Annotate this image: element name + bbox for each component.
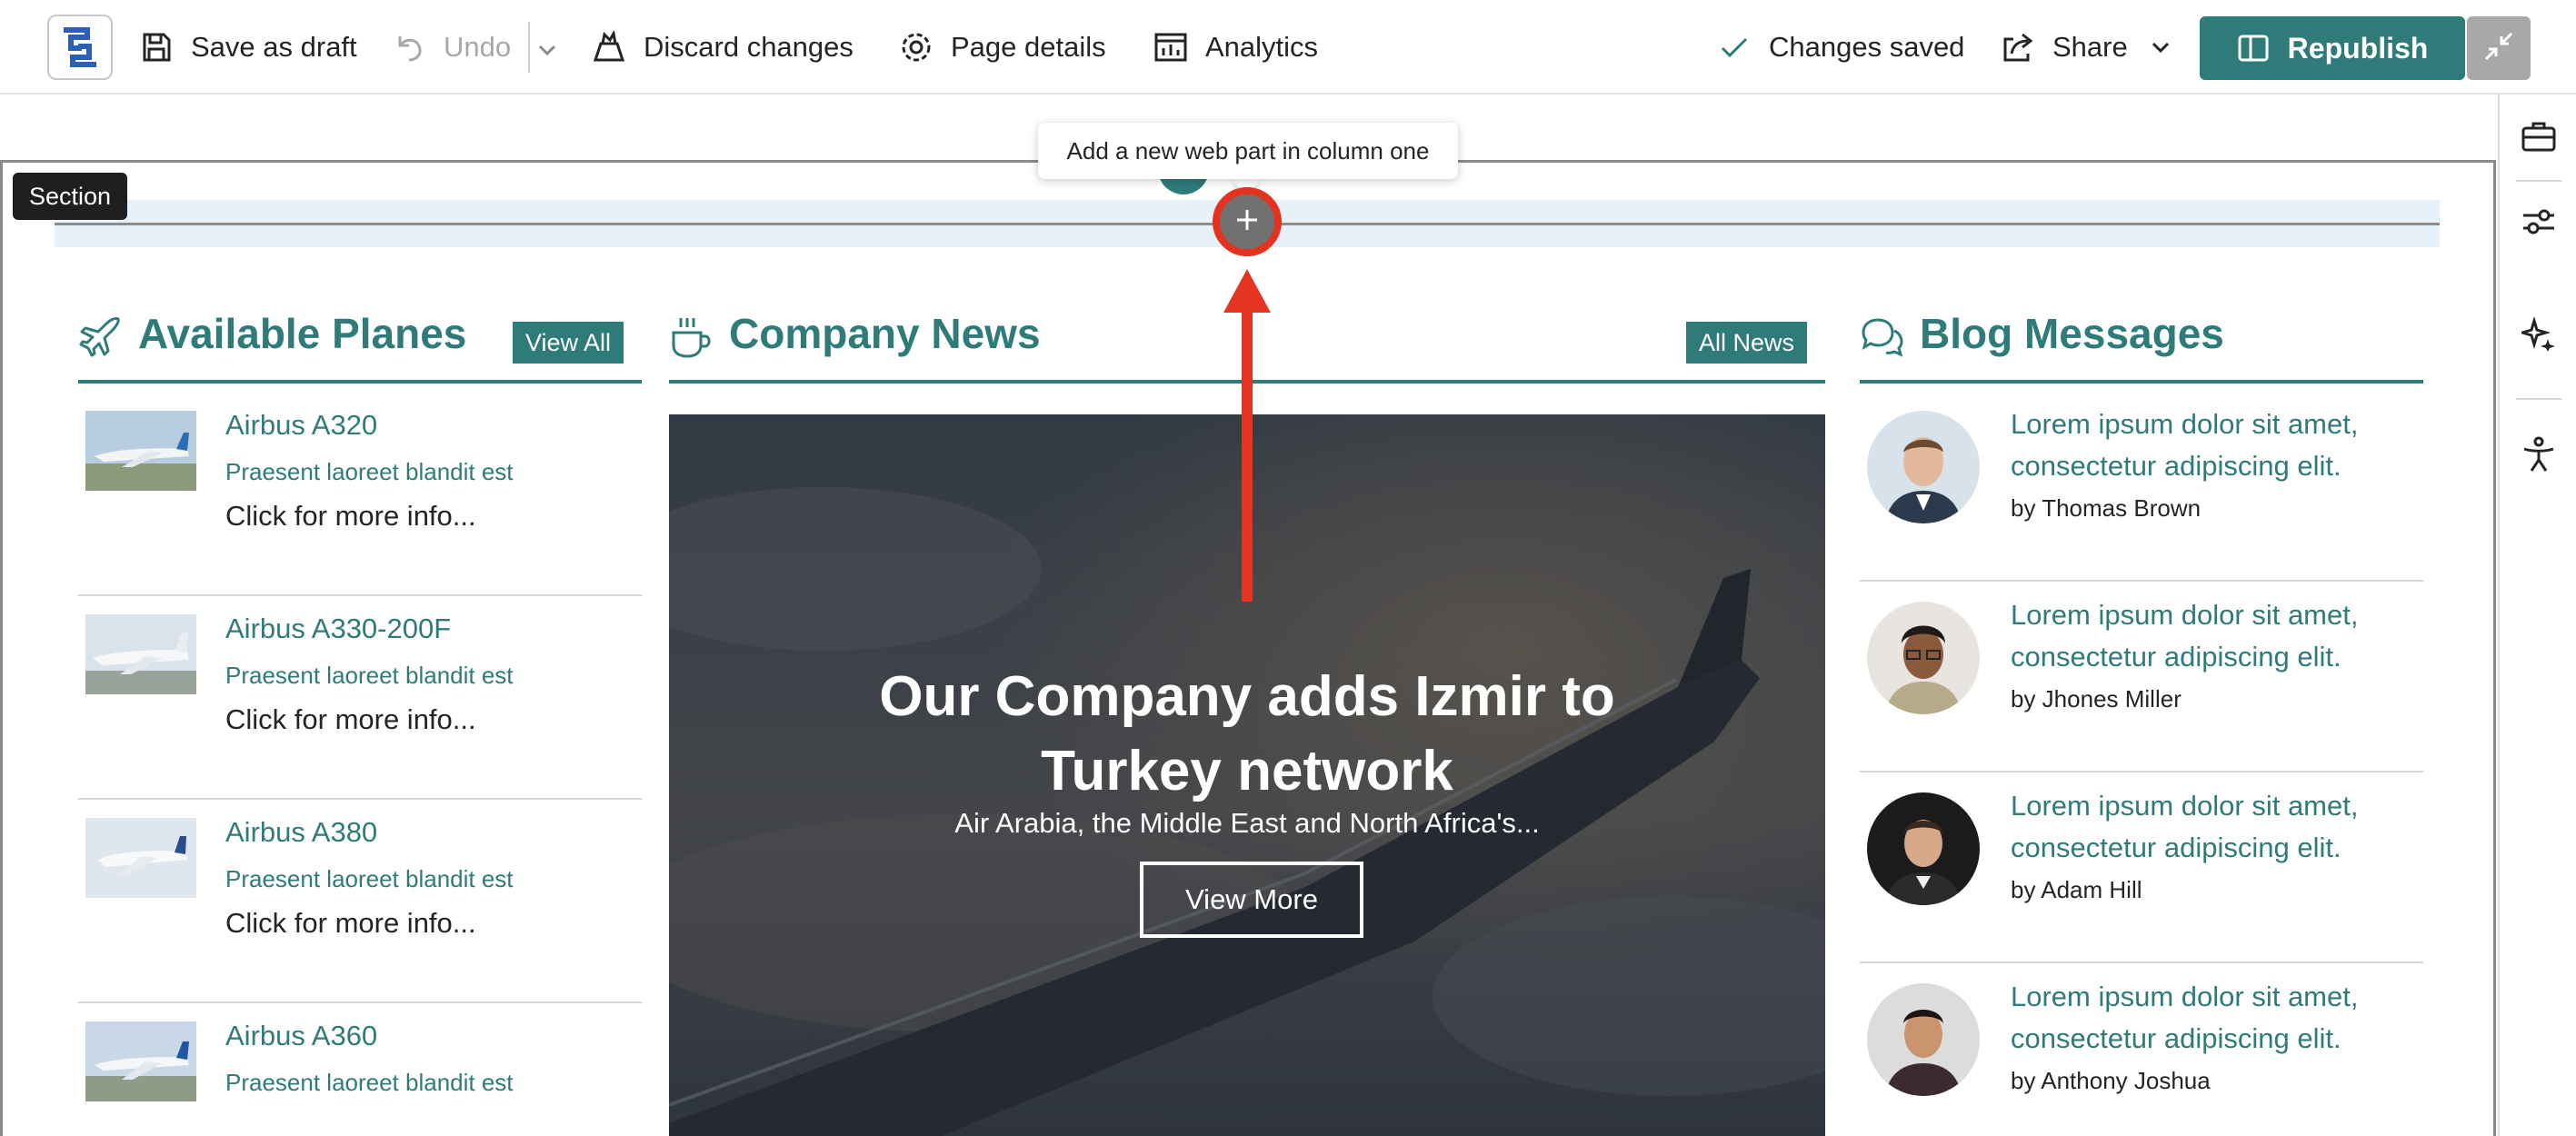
- avatar: [1867, 792, 1980, 905]
- plane-subtitle: Praesent laoreet blandit est: [225, 458, 514, 485]
- blog-message[interactable]: Lorem ipsum dolor sit amet, consectetur …: [2011, 404, 2401, 487]
- blog-author: by Anthony Joshua: [2011, 1067, 2211, 1094]
- plane-subtitle: Praesent laoreet blandit est: [225, 865, 514, 892]
- plane-subtitle: Praesent laoreet blandit est: [225, 1069, 514, 1096]
- plane-title[interactable]: Airbus A330-200F: [225, 613, 451, 645]
- chevron-down-icon: [538, 31, 556, 64]
- plane-title[interactable]: Airbus A320: [225, 409, 377, 442]
- avatar: [1867, 602, 1980, 714]
- plane-more-link[interactable]: Click for more info...: [225, 703, 476, 736]
- annotation-arrow-head: [1223, 269, 1271, 313]
- blog-item[interactable]: Lorem ipsum dolor sit amet, consectetur …: [1860, 963, 2423, 1136]
- view-all-button[interactable]: View All: [512, 322, 624, 364]
- gear-icon: [898, 29, 934, 65]
- blog-item[interactable]: Lorem ipsum dolor sit amet, consectetur …: [1860, 391, 2423, 582]
- rail-divider: [2516, 180, 2561, 182]
- app-logo-icon[interactable]: [47, 15, 113, 80]
- undo-label: Undo: [444, 31, 512, 63]
- avatar: [1867, 411, 1980, 523]
- news-headline[interactable]: Our Company adds Izmir to Turkey network: [669, 660, 1825, 809]
- blog-message[interactable]: Lorem ipsum dolor sit amet, consectetur …: [2011, 976, 2401, 1060]
- blog-author: by Thomas Brown: [2011, 494, 2202, 522]
- blog-header: Blog Messages: [1860, 305, 2423, 384]
- save-draft-label: Save as draft: [191, 31, 357, 63]
- plane-thumbnail: [85, 1021, 196, 1101]
- news-title: Company News: [729, 310, 1041, 357]
- plane-title[interactable]: Airbus A380: [225, 816, 377, 849]
- news-headline-line-1: Our Company adds Izmir to: [879, 665, 1615, 728]
- analytics-icon: [1153, 29, 1189, 65]
- coffee-cup-icon: [669, 314, 714, 360]
- right-toolbar: [2498, 95, 2576, 1136]
- plane-item[interactable]: Airbus A330-200F Praesent laoreet blandi…: [78, 596, 642, 800]
- planes-title: Available Planes: [138, 310, 467, 357]
- blog-message[interactable]: Lorem ipsum dolor sit amet, consectetur …: [2011, 785, 2401, 869]
- republish-button[interactable]: Republish: [2200, 16, 2465, 80]
- rail-divider: [2516, 398, 2561, 400]
- analytics-label: Analytics: [1205, 31, 1319, 63]
- planes-header: Available Planes View All: [78, 305, 642, 384]
- add-web-part-tooltip: Add a new web part in column one: [1038, 123, 1458, 179]
- news-summary: Air Arabia, the Middle East and North Af…: [954, 807, 1540, 839]
- book-open-icon: [2237, 33, 2270, 64]
- analytics-button[interactable]: Analytics: [1153, 0, 1318, 95]
- save-status: Changes saved: [1716, 0, 1964, 95]
- plane-thumbnail: [85, 614, 196, 694]
- collapse-icon: [2482, 30, 2515, 67]
- share-label: Share: [2052, 31, 2128, 63]
- plane-title[interactable]: Airbus A360: [225, 1020, 377, 1052]
- plane-item[interactable]: Airbus A320 Praesent laoreet blandit est…: [78, 393, 642, 596]
- undo-dropdown-button[interactable]: [538, 0, 556, 95]
- sparkle-icon[interactable]: [2519, 314, 2559, 354]
- blog-item[interactable]: Lorem ipsum dolor sit amet, consectetur …: [1860, 772, 2423, 963]
- accessibility-icon[interactable]: [2519, 434, 2559, 474]
- chevron-down-icon: [2152, 41, 2170, 54]
- toolbox-icon[interactable]: [2519, 116, 2559, 156]
- plane-thumbnail: [85, 818, 196, 898]
- plus-icon: [1234, 207, 1260, 237]
- undo-icon: [391, 29, 427, 65]
- undo-button[interactable]: Undo: [391, 0, 511, 95]
- discard-changes-button[interactable]: Discard changes: [591, 0, 854, 95]
- all-news-button[interactable]: All News: [1685, 322, 1807, 364]
- add-web-part-button[interactable]: [1213, 187, 1282, 256]
- plane-thumbnail: [85, 411, 196, 491]
- blog-author: by Adam Hill: [2011, 876, 2142, 903]
- command-bar: Save as draft Undo Discard changes Page …: [0, 0, 2576, 95]
- discard-icon: [591, 29, 627, 65]
- section-label[interactable]: Section: [13, 173, 128, 220]
- save-icon: [138, 29, 175, 65]
- blog-author: by Jhones Miller: [2011, 685, 2182, 712]
- blog-title: Blog Messages: [1920, 310, 2224, 357]
- annotation-arrow-shaft: [1242, 305, 1253, 602]
- plane-item[interactable]: Airbus A380 Praesent laoreet blandit est…: [78, 800, 642, 1003]
- chat-bubbles-icon: [1860, 314, 1905, 360]
- share-button[interactable]: Share: [2000, 0, 2170, 95]
- share-icon: [2000, 29, 2036, 65]
- news-headline-line-2: Turkey network: [1041, 740, 1453, 802]
- save-draft-button[interactable]: Save as draft: [138, 0, 357, 95]
- blog-item[interactable]: Lorem ipsum dolor sit amet, consectetur …: [1860, 582, 2423, 772]
- page-details-button[interactable]: Page details: [898, 0, 1106, 95]
- sliders-icon[interactable]: [2519, 202, 2559, 242]
- undo-divider: [528, 22, 530, 73]
- collapse-button[interactable]: [2467, 16, 2531, 80]
- plane-more-link[interactable]: Click for more info...: [225, 907, 476, 940]
- blog-message[interactable]: Lorem ipsum dolor sit amet, consectetur …: [2011, 594, 2401, 678]
- plane-subtitle: Praesent laoreet blandit est: [225, 662, 514, 689]
- checkmark-icon: [1716, 29, 1752, 65]
- avatar: [1867, 983, 1980, 1096]
- view-more-button[interactable]: View More: [1140, 862, 1363, 938]
- save-status-label: Changes saved: [1769, 31, 1965, 63]
- republish-label: Republish: [2287, 31, 2429, 65]
- plane-more-link[interactable]: Click for more info...: [225, 500, 476, 533]
- discard-changes-label: Discard changes: [644, 31, 854, 63]
- plane-item[interactable]: Airbus A360 Praesent laoreet blandit est: [78, 1003, 642, 1136]
- page-details-label: Page details: [951, 31, 1106, 63]
- airplane-icon: [78, 314, 124, 360]
